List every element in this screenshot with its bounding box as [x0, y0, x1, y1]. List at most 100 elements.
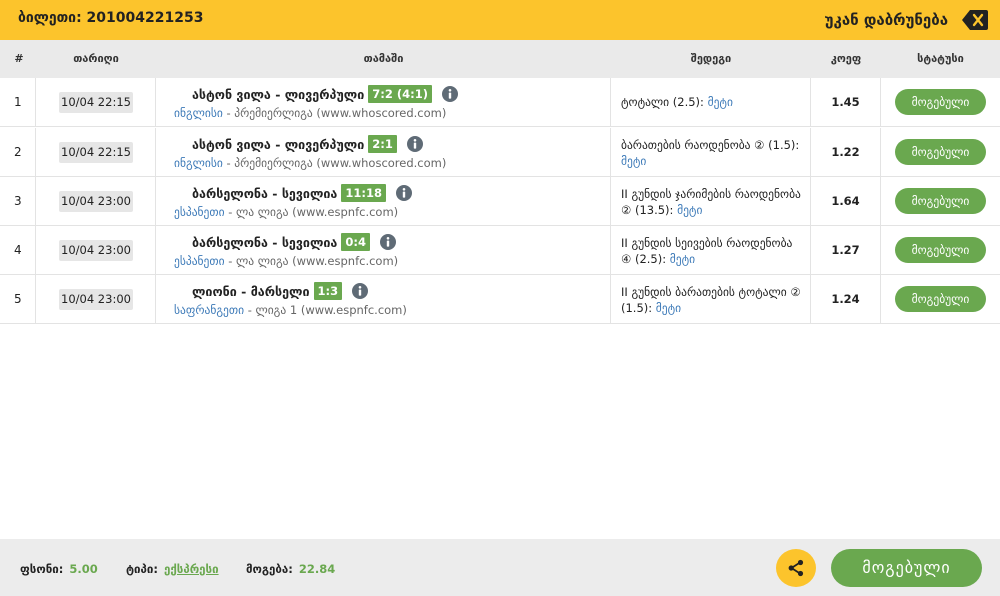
- bet-text: II გუნდის ბარათების ტოტალი ② (1.5):: [621, 285, 801, 315]
- match-line: ასტონ ვილა - ლივერპული 2:1: [192, 135, 423, 153]
- bet-pick: მეტი: [655, 301, 682, 315]
- row-index: 5: [14, 292, 22, 306]
- info-icon[interactable]: [442, 86, 459, 102]
- match-name[interactable]: ლიონი - მარსელი: [192, 284, 310, 299]
- info-icon[interactable]: [352, 283, 369, 299]
- country-link[interactable]: ესპანეთი: [174, 254, 225, 268]
- info-icon[interactable]: [379, 234, 396, 250]
- info-icon[interactable]: [395, 185, 412, 201]
- league-info: ესპანეთი - ლა ლიგა (www.espnfc.com): [174, 254, 398, 268]
- status-button[interactable]: მოგებული: [895, 139, 986, 165]
- score-badge: 7:2 (4:1): [368, 85, 433, 103]
- ticket-status-button[interactable]: მოგებული: [831, 549, 982, 587]
- stake-summary: ფსონი: 5.00: [20, 562, 98, 576]
- table-row: 5 10/04 23:00 ლიონი - მარსელი 1:3 საფრან…: [0, 275, 1000, 324]
- bet-text: II გუნდის სეივების რაოდენობა ④ (2.5):: [621, 236, 793, 266]
- match-name[interactable]: ბარსელონა - სევილია: [192, 186, 337, 201]
- match-name[interactable]: ბარსელონა - სევილია: [192, 235, 337, 250]
- bet-text: ტოტალი (2.5):: [621, 95, 704, 109]
- odds-value: 1.27: [831, 243, 860, 257]
- share-icon: [788, 559, 804, 577]
- bet-text: ბარათების რაოდენობა ② (1.5):: [621, 138, 800, 152]
- ticket-header: ბილეთი: 201004221253 უკან დაბრუნება: [0, 0, 1000, 40]
- match-date: 10/04 22:15: [59, 92, 133, 113]
- country-link[interactable]: ინგლისი: [174, 106, 223, 120]
- league-name: - ლიგა 1 (www.espnfc.com): [247, 303, 407, 317]
- bet-description: ტოტალი (2.5): მეტი: [621, 94, 801, 110]
- match-line: ასტონ ვილა - ლივერპული 7:2 (4:1): [192, 85, 459, 103]
- league-name: - ლა ლიგა (www.espnfc.com): [228, 254, 399, 268]
- col-bet: შედეგი: [690, 52, 732, 65]
- match-date: 10/04 23:00: [59, 240, 133, 261]
- win-value: 22.84: [298, 562, 336, 576]
- row-index: 4: [14, 243, 22, 257]
- col-odds: კოეფ: [830, 52, 862, 65]
- league-name: - პრემიერლიგა (www.whoscored.com): [226, 156, 447, 170]
- score-badge: 0:4: [341, 233, 370, 251]
- table-row: 4 10/04 23:00 ბარსელონა - სევილია 0:4 ეს…: [0, 226, 1000, 275]
- bet-pick: მეტი: [707, 95, 733, 109]
- win-summary: მოგება: 22.84: [246, 562, 335, 576]
- odds-value: 1.64: [831, 194, 860, 208]
- status-button[interactable]: მოგებული: [895, 89, 986, 115]
- col-status: სტატუსი: [917, 52, 964, 65]
- country-link[interactable]: ესპანეთი: [174, 205, 225, 219]
- bet-description: ბარათების რაოდენობა ② (1.5): მეტი: [621, 137, 801, 169]
- match-line: ლიონი - მარსელი 1:3: [192, 282, 369, 300]
- score-badge: 2:1: [368, 135, 397, 153]
- col-index: #: [14, 52, 24, 65]
- odds-value: 1.45: [831, 95, 860, 109]
- backspace-icon: [962, 10, 988, 30]
- match-date: 10/04 23:00: [59, 289, 133, 310]
- country-link[interactable]: ინგლისი: [174, 156, 223, 170]
- league-name: - პრემიერლიგა (www.whoscored.com): [226, 106, 447, 120]
- bet-pick: მეტი: [677, 203, 703, 217]
- odds-value: 1.24: [831, 292, 860, 306]
- match-line: ბარსელონა - სევილია 0:4: [192, 233, 396, 251]
- win-label: მოგება:: [246, 562, 293, 576]
- table-row: 3 10/04 23:00 ბარსელონა - სევილია 11:18 …: [0, 177, 1000, 226]
- bet-description: II გუნდის ჯარიმების რაოდენობა ② (13.5): …: [621, 186, 801, 218]
- info-icon[interactable]: [406, 136, 423, 152]
- match-name[interactable]: ასტონ ვილა - ლივერპული: [192, 137, 364, 152]
- ticket-title: ბილეთი: 201004221253: [18, 10, 204, 26]
- match-date: 10/04 23:00: [59, 191, 133, 212]
- status-button[interactable]: მოგებული: [895, 286, 986, 312]
- col-date: თარიღი: [73, 52, 119, 65]
- match-date: 10/04 22:15: [59, 142, 133, 163]
- league-name: - ლა ლიგა (www.espnfc.com): [228, 205, 399, 219]
- status-button[interactable]: მოგებული: [895, 237, 986, 263]
- row-index: 3: [14, 194, 22, 208]
- table-row: 2 10/04 22:15 ასტონ ვილა - ლივერპული 2:1…: [0, 128, 1000, 177]
- stake-label: ფსონი:: [20, 562, 64, 576]
- row-index: 2: [14, 145, 22, 159]
- table-row: 1 10/04 22:15 ასტონ ვილა - ლივერპული 7:2…: [0, 78, 1000, 127]
- odds-value: 1.22: [831, 145, 860, 159]
- ticket-footer: ფსონი: 5.00 ტიპი: ექსპრესი მოგება: 22.84 მო…: [0, 539, 1000, 596]
- col-match: თამაში: [363, 52, 404, 65]
- bet-description: II გუნდის სეივების რაოდენობა ④ (2.5): მე…: [621, 235, 801, 267]
- league-info: საფრანგეთი - ლიგა 1 (www.espnfc.com): [174, 303, 407, 317]
- country-link[interactable]: საფრანგეთი: [174, 303, 244, 317]
- bet-description: II გუნდის ბარათების ტოტალი ② (1.5): მეტი: [621, 284, 801, 316]
- row-index: 1: [14, 95, 22, 109]
- status-button[interactable]: მოგებული: [895, 188, 986, 214]
- bet-pick: მეტი: [621, 154, 647, 168]
- league-info: ინგლისი - პრემიერლიგა (www.whoscored.com…: [174, 156, 446, 170]
- score-badge: 1:3: [313, 282, 343, 300]
- bet-text: II გუნდის ჯარიმების რაოდენობა ② (13.5):: [621, 187, 801, 217]
- table-header: # თარიღი თამაში შედეგი კოეფ სტატუსი: [0, 40, 1000, 78]
- match-name[interactable]: ასტონ ვილა - ლივერპული: [192, 87, 364, 102]
- league-info: ესპანეთი - ლა ლიგა (www.espnfc.com): [174, 205, 398, 219]
- share-button[interactable]: [776, 549, 816, 587]
- score-badge: 11:18: [341, 184, 386, 202]
- back-label: უკან დაბრუნება: [824, 11, 948, 29]
- match-line: ბარსელონა - სევილია 11:18: [192, 184, 412, 202]
- type-summary: ტიპი: ექსპრესი: [126, 562, 219, 576]
- type-value[interactable]: ექსპრესი: [164, 562, 219, 576]
- stake-value: 5.00: [69, 562, 98, 576]
- league-info: ინგლისი - პრემიერლიგა (www.whoscored.com…: [174, 106, 446, 120]
- bet-pick: მეტი: [669, 252, 696, 266]
- back-button[interactable]: უკან დაბრუნება: [825, 8, 988, 32]
- type-label: ტიპი:: [126, 562, 158, 576]
